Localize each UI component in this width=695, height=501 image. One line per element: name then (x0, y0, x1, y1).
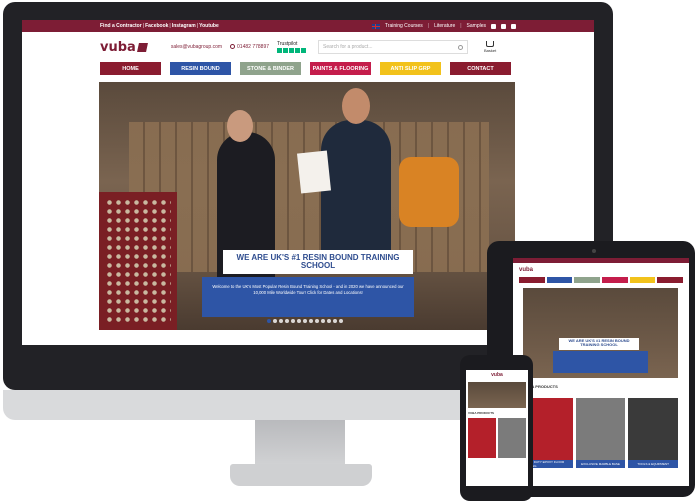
sample-shelf (99, 192, 177, 330)
star-icon (277, 48, 283, 53)
product-label: TOOLS & EQUIPMENT (628, 460, 678, 468)
certificate (296, 150, 332, 194)
tablet-screen: vuba WE ARE UK'S #1 RESIN BOUND TRAINING… (513, 258, 689, 486)
phone-icon (230, 44, 236, 50)
phone-product-card[interactable] (468, 418, 496, 458)
uk-flag-icon[interactable] (371, 23, 380, 29)
slider-dot[interactable] (303, 319, 307, 323)
facebook-icon[interactable] (491, 23, 496, 29)
search-input[interactable]: Search for a product... (318, 40, 469, 54)
youtube-link[interactable]: Youtube (199, 23, 219, 29)
tablet-nav-item[interactable] (602, 277, 628, 283)
instagram-icon[interactable] (501, 23, 506, 29)
phone-hero[interactable] (468, 382, 526, 408)
tablet-nav-item[interactable] (546, 277, 573, 283)
tablet-logo[interactable]: vuba (519, 267, 533, 273)
phone-product-card[interactable] (498, 418, 526, 458)
tablet-camera (592, 249, 596, 253)
slider-dot[interactable] (267, 319, 271, 323)
tablet-product-card[interactable]: TOOLS & EQUIPMENT (628, 398, 678, 468)
tablet-nav-item[interactable] (629, 277, 656, 283)
star-icon (295, 48, 301, 53)
hero-description[interactable]: Welcome to the UK's Most Popular Resin B… (202, 277, 414, 317)
slider-dot[interactable] (285, 319, 289, 323)
product-image (575, 398, 626, 460)
trustpilot-stars (277, 48, 307, 53)
slider-dot[interactable] (273, 319, 277, 323)
slider-dot[interactable] (297, 319, 301, 323)
top-bar: Find a Contractor | Facebook | Instagram… (22, 20, 594, 32)
youtube-icon[interactable] (511, 23, 516, 29)
slider-dot[interactable] (291, 319, 295, 323)
nav-anti-slip-grp[interactable]: ANTI SLIP GRP (380, 62, 441, 75)
phone-section-title: VUBA PRODUCTS (468, 411, 495, 415)
tablet-nav (513, 277, 689, 283)
tablet-nav-item[interactable] (574, 277, 601, 283)
person-right-head (342, 88, 370, 124)
device-mockup: Find a Contractor | Facebook | Instagram… (0, 0, 695, 501)
person-left-head (227, 110, 253, 142)
site-header: vuba sales@vubagroup.com 01482 778897 Tr… (22, 32, 594, 62)
monitor-stand-base (230, 464, 372, 486)
tablet-hero[interactable]: WE ARE UK'S #1 RESIN BOUND TRAINING SCHO… (523, 288, 678, 378)
tablet-header: vuba (513, 263, 689, 277)
search-icon[interactable] (458, 44, 464, 50)
product-label: EXCLUSIVE MARBLE BASE (575, 460, 626, 468)
training-courses-link[interactable]: Training Courses (385, 23, 423, 29)
tablet-hero-title: WE ARE UK'S #1 RESIN BOUND TRAINING SCHO… (559, 338, 639, 350)
samples-link[interactable]: Samples (467, 23, 486, 29)
logo-mark-icon (136, 42, 148, 52)
slider-dot[interactable] (309, 319, 313, 323)
nav-resin-bound[interactable]: RESIN BOUND (170, 62, 231, 75)
mixer-machine (399, 157, 459, 227)
slider-dot[interactable] (339, 319, 343, 323)
monitor-stand-neck (255, 420, 345, 466)
hero-title: WE ARE UK'S #1 RESIN BOUND TRAINING SCHO… (223, 250, 413, 274)
slider-dots (267, 319, 343, 323)
star-icon (301, 48, 307, 53)
basket-button[interactable]: Basket (484, 41, 496, 53)
nav-contact[interactable]: CONTACT (450, 62, 511, 75)
tablet-product-grid: HEAVY DUTY EPOXY FLOOR COATINGEXCLUSIVE … (523, 398, 678, 468)
phone-screen: vuba VUBA PRODUCTS (466, 370, 528, 486)
vuba-logo[interactable]: vuba (100, 40, 148, 55)
facebook-link[interactable]: Facebook (145, 23, 168, 29)
star-icon (289, 48, 295, 53)
basket-icon (486, 41, 495, 47)
top-bar-right-links: Training Courses | Literature | Samples (371, 23, 516, 29)
top-bar-left-links: Find a Contractor | Facebook | Instagram… (100, 23, 219, 29)
slider-dot[interactable] (321, 319, 325, 323)
person-right (321, 120, 391, 270)
hero-slider[interactable]: WE ARE UK'S #1 RESIN BOUND TRAINING SCHO… (99, 82, 515, 330)
nav-home[interactable]: HOME (100, 62, 161, 75)
phone-product-grid (466, 418, 528, 458)
tablet-nav-item[interactable] (519, 277, 545, 283)
instagram-link[interactable]: Instagram (172, 23, 196, 29)
tablet-product-card[interactable]: EXCLUSIVE MARBLE BASE (575, 398, 626, 468)
nav-stone-binder[interactable]: STONE & BINDER (240, 62, 301, 75)
product-image (628, 398, 678, 460)
phone-logo[interactable]: vuba (466, 370, 528, 378)
main-nav: HOME RESIN BOUND STONE & BINDER PAINTS & FL… (22, 62, 594, 75)
phone-link[interactable]: 01482 778897 (230, 44, 269, 50)
nav-paints-flooring[interactable]: PAINTS & FLOORING (310, 62, 371, 75)
tablet-nav-item[interactable] (657, 277, 684, 283)
star-icon (283, 48, 289, 53)
slider-dot[interactable] (327, 319, 331, 323)
find-contractor-link[interactable]: Find a Contractor (100, 23, 142, 29)
tablet-hero-box (553, 351, 648, 373)
slider-dot[interactable] (333, 319, 337, 323)
slider-dot[interactable] (279, 319, 283, 323)
trustpilot-badge[interactable]: Trustpilot (277, 41, 307, 53)
email-link[interactable]: sales@vubagroup.com (171, 44, 222, 50)
literature-link[interactable]: Literature (434, 23, 455, 29)
slider-dot[interactable] (315, 319, 319, 323)
